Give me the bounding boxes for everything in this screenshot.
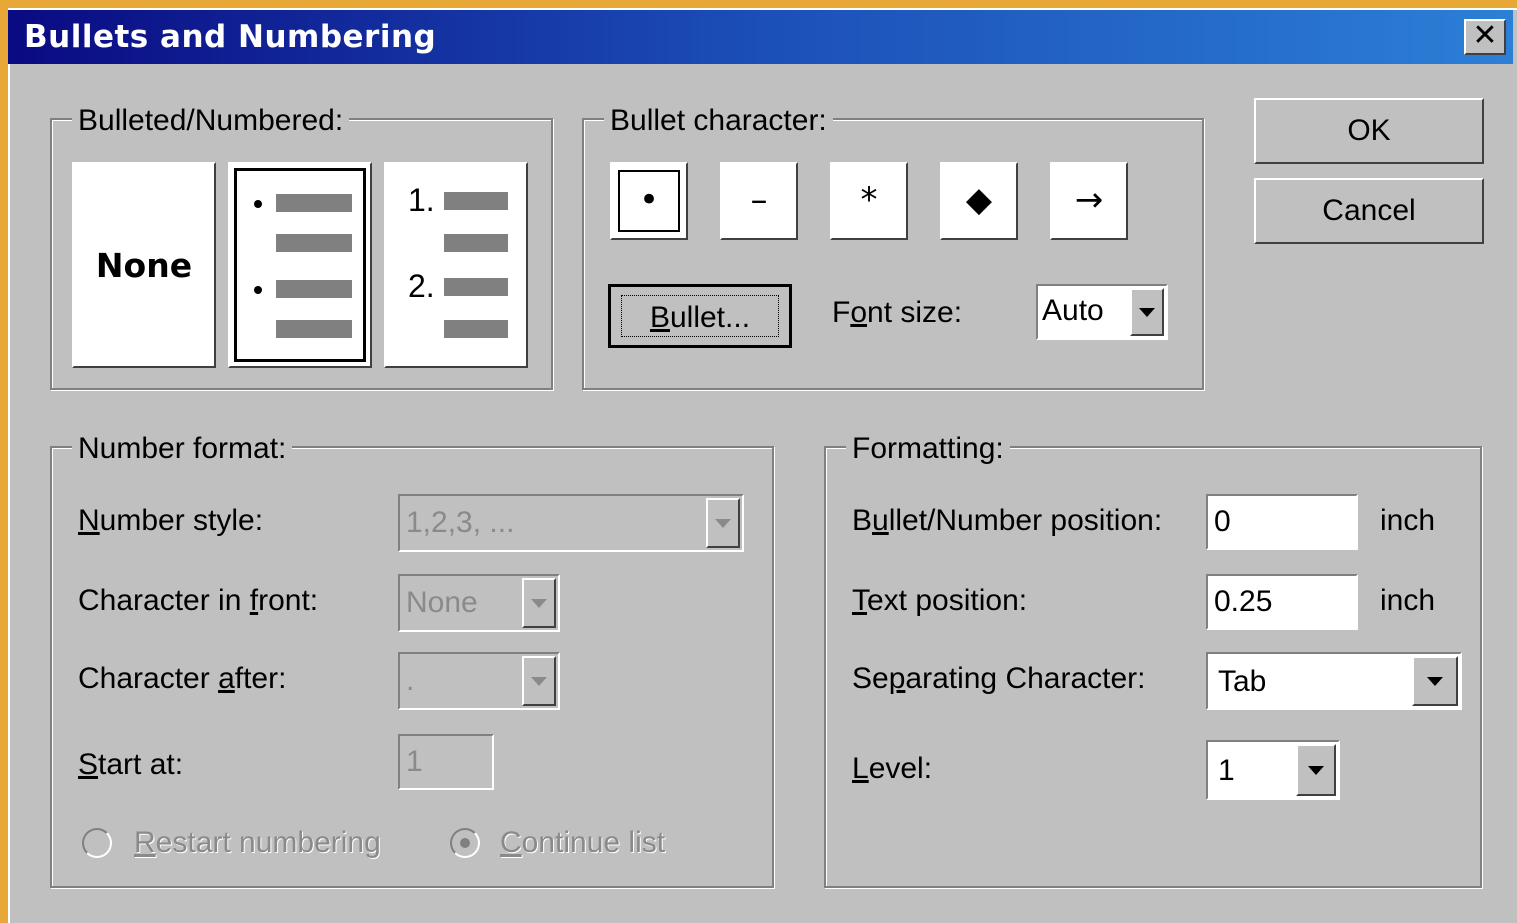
preview-line (444, 192, 508, 210)
chevron-down-icon[interactable] (706, 498, 740, 548)
char-in-front-value: None (406, 586, 478, 619)
preview-line (276, 234, 352, 252)
number-format-legend: Number format: (72, 432, 293, 466)
font-size-value: Auto (1042, 294, 1104, 327)
cancel-button[interactable]: Cancel (1254, 178, 1484, 244)
chevron-down-icon[interactable] (1412, 656, 1458, 706)
close-button[interactable]: ✕ (1464, 19, 1506, 55)
bulleted-numbered-legend: Bulleted/Numbered: (72, 104, 350, 138)
preview-line (276, 194, 352, 212)
close-icon: ✕ (1472, 18, 1498, 53)
preview-none[interactable]: None (72, 162, 216, 368)
bullet-character-legend: Bullet character: (604, 104, 833, 138)
bullet-button[interactable]: Bullet... (608, 284, 792, 348)
bullet-char-glyph: * (860, 180, 878, 220)
preview-numbered[interactable]: 1. 2. (384, 162, 528, 368)
restart-numbering-label: Restart numbering (134, 826, 381, 859)
text-position-label: Text position: (852, 584, 1028, 617)
level-select[interactable]: 1 (1206, 740, 1340, 800)
char-in-front-label: Character in front: (78, 584, 319, 617)
preview-bulleted[interactable] (228, 162, 372, 368)
bullet-character-group (582, 118, 1204, 390)
title-bar: Bullets and Numbering ✕ (8, 10, 1513, 64)
bullet-char-glyph: – (750, 180, 768, 220)
number-style-value: 1,2,3, ... (406, 506, 515, 539)
number-style-label: Number style: (78, 504, 264, 537)
bullet-char-glyph: ◆ (965, 180, 993, 220)
continue-list-radio[interactable] (450, 828, 480, 858)
preview-none-label: None (95, 246, 193, 285)
start-at-input[interactable]: 1 (398, 734, 494, 790)
preview-number-1: 1. (408, 182, 435, 218)
font-size-select[interactable]: Auto (1036, 284, 1168, 340)
font-size-label: Font size: (832, 296, 963, 329)
chevron-down-icon[interactable] (1296, 744, 1336, 796)
char-after-value: . (406, 664, 415, 697)
separating-character-label: Separating Character: (852, 662, 1146, 695)
preview-line (444, 278, 508, 296)
separating-character-select[interactable]: Tab (1206, 652, 1462, 710)
bullet-dot (254, 286, 262, 294)
selection-frame (618, 170, 680, 232)
window-title: Bullets and Numbering (24, 19, 437, 55)
char-after-select[interactable]: . (398, 652, 560, 710)
chevron-down-icon[interactable] (522, 656, 556, 706)
preview-line (444, 320, 508, 338)
number-style-select[interactable]: 1,2,3, ... (398, 494, 744, 552)
char-after-label: Character after: (78, 662, 287, 695)
bullet-position-label: Bullet/Number position: (852, 504, 1163, 537)
bullet-position-unit: inch (1380, 504, 1436, 537)
restart-numbering-radio[interactable] (82, 828, 112, 858)
level-label: Level: (852, 752, 933, 785)
preview-line (276, 280, 352, 298)
bullet-char-diamond[interactable]: ◆ (940, 162, 1018, 240)
preview-number-2: 2. (408, 268, 435, 304)
bullet-char-glyph: → (1074, 180, 1104, 220)
chevron-down-icon[interactable] (522, 578, 556, 628)
bullet-char-dash[interactable]: – (720, 162, 798, 240)
level-value: 1 (1218, 754, 1235, 787)
char-in-front-select[interactable]: None (398, 574, 560, 632)
bullet-char-dot[interactable]: • (610, 162, 688, 240)
bullet-char-arrow[interactable]: → (1050, 162, 1128, 240)
bullet-dot (254, 200, 262, 208)
text-position-value: 0.25 (1214, 585, 1273, 618)
preview-line (276, 320, 352, 338)
text-position-input[interactable]: 0.25 (1206, 574, 1358, 630)
formatting-legend: Formatting: (846, 432, 1010, 466)
bullet-button-label: Bullet... (621, 295, 779, 337)
chevron-down-icon[interactable] (1130, 288, 1164, 336)
bullet-position-value: 0 (1214, 505, 1231, 538)
start-at-value: 1 (406, 745, 423, 778)
separating-character-value: Tab (1218, 665, 1267, 698)
bullet-position-input[interactable]: 0 (1206, 494, 1358, 550)
ok-button[interactable]: OK (1254, 98, 1484, 164)
text-position-unit: inch (1380, 584, 1436, 617)
start-at-label: Start at: (78, 748, 184, 781)
bullet-char-asterisk[interactable]: * (830, 162, 908, 240)
continue-list-label: Continue list (500, 826, 666, 859)
preview-line (444, 234, 508, 252)
